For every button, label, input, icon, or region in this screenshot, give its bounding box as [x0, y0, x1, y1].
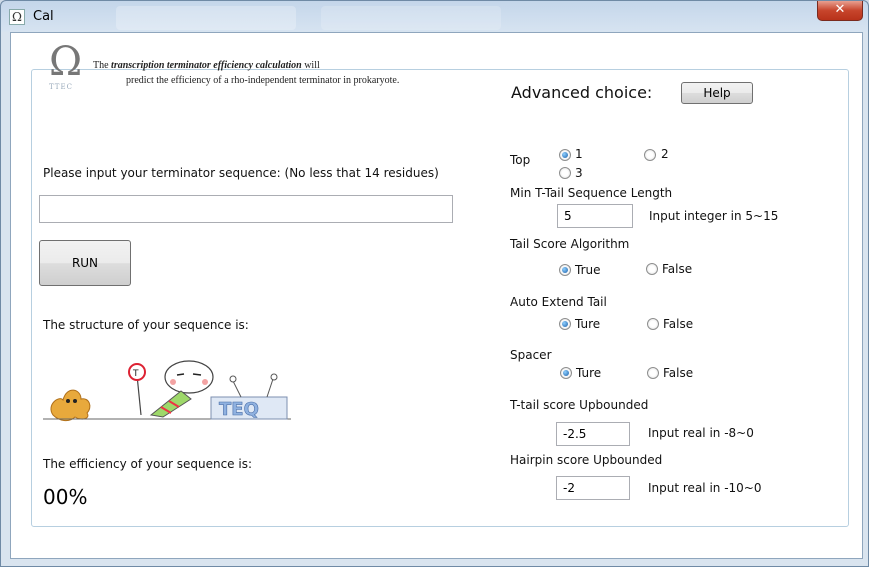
omega-logo-icon: Ω [49, 39, 83, 85]
svg-text:T: T [132, 369, 139, 379]
svg-text:TEQ: TEQ [219, 399, 259, 420]
top-option-1-label: 1 [575, 147, 583, 161]
tail-score-true-label: True [575, 263, 601, 277]
ttail-upbound-label: T-tail score Upbounded [510, 398, 649, 412]
top-option-2-label: 2 [661, 147, 669, 161]
tail-score-false-radio[interactable] [646, 263, 658, 275]
background-tab-ghost [116, 6, 296, 30]
hairpin-upbound-input[interactable]: -2 [556, 476, 630, 500]
spacer-false-label: False [663, 366, 694, 380]
window-title: Cal [33, 9, 54, 24]
ttec-logo: Ω TTEC [39, 39, 97, 94]
hairpin-upbound-label: Hairpin score Upbounded [510, 453, 663, 467]
min-tail-input[interactable]: 5 [557, 204, 633, 228]
structure-doodle-image: T TEQ [43, 360, 291, 422]
header-prefix: The [93, 60, 109, 71]
min-tail-label: Min T-Tail Sequence Length [510, 186, 673, 200]
background-tab-ghost [321, 6, 501, 30]
ttail-upbound-input[interactable]: -2.5 [556, 422, 630, 446]
min-tail-hint: Input integer in 5~15 [649, 209, 779, 223]
header-description-line2: predict the efficiency of a rho-independ… [126, 75, 400, 86]
auto-extend-true-radio[interactable] [559, 318, 571, 330]
efficiency-value: 00% [43, 485, 88, 509]
help-button[interactable]: Help [681, 82, 753, 104]
hairpin-upbound-hint: Input real in -10~0 [648, 481, 762, 495]
run-button[interactable]: RUN [39, 240, 131, 286]
auto-extend-true-label: Ture [575, 317, 601, 331]
structure-label: The structure of your sequence is: [43, 318, 249, 332]
auto-extend-label: Auto Extend Tail [510, 295, 607, 309]
client-area: Ω TTEC The transcription terminator effi… [10, 32, 863, 559]
header-description-line1: The transcription terminator efficiency … [93, 60, 320, 71]
spacer-false-radio[interactable] [647, 367, 659, 379]
title-bar[interactable]: Ω Cal ✕ [1, 1, 868, 32]
top-radio-2[interactable] [644, 149, 656, 161]
tail-score-label: Tail Score Algorithm [510, 237, 630, 251]
logo-text: TTEC [49, 83, 73, 91]
sequence-input[interactable] [39, 195, 453, 223]
auto-extend-false-label: False [663, 317, 694, 331]
top-label: Top [510, 153, 531, 167]
spacer-true-radio[interactable] [560, 367, 572, 379]
top-radio-3[interactable] [559, 167, 571, 179]
spacer-label: Spacer [510, 348, 552, 362]
efficiency-label: The efficiency of your sequence is: [43, 457, 252, 471]
app-window: Ω Cal ✕ Ω TTEC The transcription termina… [0, 0, 869, 567]
ttail-upbound-hint: Input real in -8~0 [648, 426, 754, 440]
tail-score-false-label: False [662, 262, 693, 276]
tail-score-true-radio[interactable] [559, 264, 571, 276]
header-suffix: will [304, 60, 320, 71]
sequence-prompt-label: Please input your terminator sequence: (… [43, 166, 439, 180]
close-button[interactable]: ✕ [817, 1, 863, 21]
spacer-true-label: Ture [576, 366, 602, 380]
advanced-choice-label: Advanced choice: [511, 83, 653, 102]
top-radio-1[interactable] [559, 149, 571, 161]
omega-icon: Ω [9, 9, 25, 25]
auto-extend-false-radio[interactable] [647, 318, 659, 330]
top-option-3-label: 3 [575, 166, 583, 180]
header-bold-title: transcription terminator efficiency calc… [111, 60, 302, 71]
